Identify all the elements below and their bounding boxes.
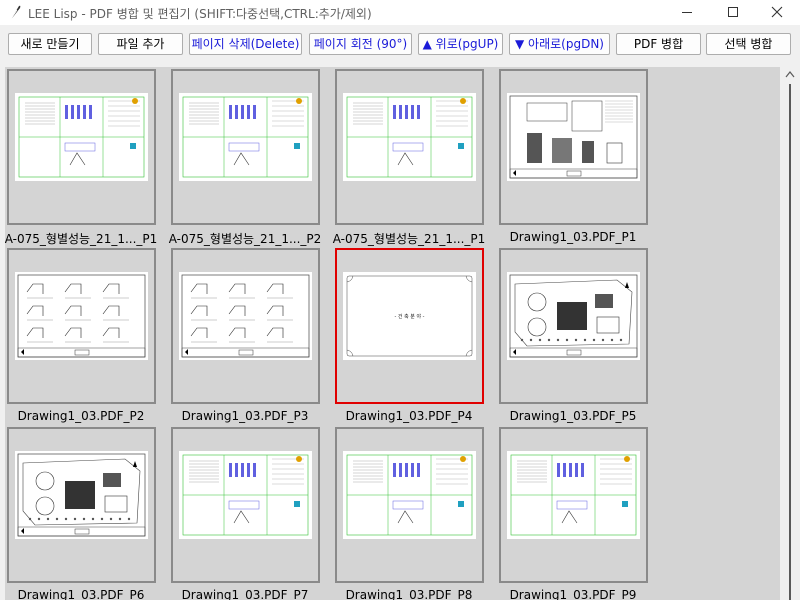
- page-thumbnail-label: A-075_형별성능_21_1..._P1: [332, 232, 486, 246]
- move-up-button[interactable]: ▲ 위로(pgUP): [418, 33, 503, 55]
- close-icon: [771, 6, 783, 18]
- page-preview-image: [507, 272, 640, 360]
- page-thumbnail-grid[interactable]: A-075_형별성능_21_1..._P1 A-075_형별성능_21_1..._…: [5, 67, 780, 600]
- window-title: LEE Lisp - PDF 병합 및 편집기 (SHIFT:다중선택,CTRL…: [28, 7, 372, 21]
- scroll-up-arrow-icon[interactable]: [785, 70, 795, 78]
- page-thumbnail-label: Drawing1_03.PDF_P9: [509, 588, 637, 600]
- page-thumbnail[interactable]: [7, 427, 156, 583]
- page-thumbnail-label: Drawing1_03.PDF_P8: [345, 588, 473, 600]
- page-thumbnail-label: Drawing1_03.PDF_P2: [17, 409, 145, 423]
- page-thumbnail[interactable]: [171, 69, 320, 225]
- svg-text:- 건 축 분 야 -: - 건 축 분 야 -: [395, 313, 425, 320]
- page-thumbnail-label: A-075_형별성능_21_1..._P1: [5, 232, 158, 246]
- page-thumbnail-label: Drawing1_03.PDF_P4: [345, 409, 473, 423]
- merge-selected-button[interactable]: 선택 병합: [706, 33, 791, 55]
- add-file-button[interactable]: 파일 추가: [98, 33, 183, 55]
- page-thumbnail[interactable]: [171, 427, 320, 583]
- feather-icon: [10, 5, 21, 20]
- minimize-icon: [682, 12, 692, 13]
- minimize-button[interactable]: [664, 0, 710, 25]
- merge-pdf-button[interactable]: PDF 병합: [616, 33, 701, 55]
- page-thumbnail[interactable]: [499, 248, 648, 404]
- page-preview-image: [179, 272, 312, 360]
- page-thumbnail-label: Drawing1_03.PDF_P6: [17, 588, 145, 600]
- page-preview-image: [179, 451, 312, 539]
- page-preview-image: - 건 축 분 야 -: [343, 272, 476, 360]
- delete-page-button[interactable]: 페이지 삭제(Delete): [189, 33, 302, 55]
- page-thumbnail-label: A-075_형별성능_21_1..._P2: [168, 232, 322, 246]
- page-preview-image: [15, 93, 148, 181]
- maximize-icon: [728, 7, 738, 17]
- page-thumbnail[interactable]: - 건 축 분 야 -: [335, 248, 484, 404]
- page-thumbnail-label: Drawing1_03.PDF_P3: [181, 409, 309, 423]
- page-thumbnail-label: Drawing1_03.PDF_P7: [181, 588, 309, 600]
- page-thumbnail[interactable]: [335, 427, 484, 583]
- page-thumbnail-label: Drawing1_03.PDF_P5: [509, 409, 637, 423]
- toolbar: 새로 만들기 파일 추가 페이지 삭제(Delete) 페이지 회전 (90°)…: [0, 25, 800, 65]
- page-thumbnail[interactable]: [7, 69, 156, 225]
- page-thumbnail[interactable]: [335, 69, 484, 225]
- page-preview-image: [507, 93, 640, 181]
- page-preview-image: [179, 93, 312, 181]
- page-preview-image: [343, 451, 476, 539]
- scrollbar-thumb[interactable]: [789, 84, 791, 600]
- maximize-button[interactable]: [710, 0, 756, 25]
- rotate-page-button[interactable]: 페이지 회전 (90°): [309, 33, 412, 55]
- move-down-button[interactable]: ▼ 아래로(pgDN): [509, 33, 610, 55]
- page-preview-image: [507, 451, 640, 539]
- page-thumbnail[interactable]: [7, 248, 156, 404]
- page-preview-image: [15, 451, 148, 539]
- page-preview-image: [15, 272, 148, 360]
- new-button[interactable]: 새로 만들기: [8, 33, 92, 55]
- page-thumbnail[interactable]: [171, 248, 320, 404]
- close-button[interactable]: [754, 0, 800, 25]
- page-thumbnail[interactable]: [499, 69, 648, 225]
- page-thumbnail-label: Drawing1_03.PDF_P1: [509, 230, 637, 244]
- title-bar: LEE Lisp - PDF 병합 및 편집기 (SHIFT:다중선택,CTRL…: [0, 0, 800, 25]
- page-thumbnail[interactable]: [499, 427, 648, 583]
- page-preview-image: [343, 93, 476, 181]
